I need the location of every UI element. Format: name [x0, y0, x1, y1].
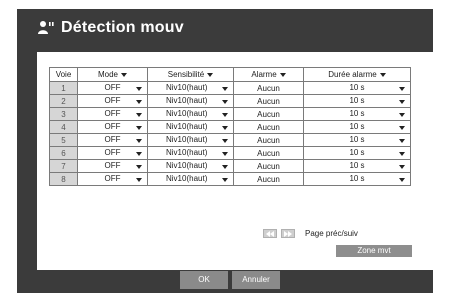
- caret-down-icon: [207, 72, 214, 77]
- alarm-cell[interactable]: Aucun: [233, 146, 304, 160]
- alarm-cell[interactable]: Aucun: [233, 94, 304, 108]
- page-title: Détection mouv: [61, 19, 184, 36]
- table-row: 5 OFF Niv10(haut) Aucun 10 s: [49, 133, 411, 147]
- caret-down-icon: [399, 139, 405, 143]
- caret-down-icon: [222, 126, 228, 130]
- caret-down-icon: [399, 178, 405, 182]
- table-row: 2 OFF Niv10(haut) Aucun 10 s: [49, 94, 411, 108]
- duration-select[interactable]: 10 s: [303, 133, 411, 147]
- caret-down-icon: [222, 165, 228, 169]
- mode-select[interactable]: OFF: [77, 159, 148, 173]
- sensitivity-select[interactable]: Niv10(haut): [147, 81, 234, 95]
- column-header-duree[interactable]: Durée alarme: [303, 67, 411, 82]
- table-row: 1 OFF Niv10(haut) Aucun 10 s: [49, 81, 411, 95]
- mode-select[interactable]: OFF: [77, 172, 148, 186]
- mode-select[interactable]: OFF: [77, 81, 148, 95]
- caret-down-icon: [399, 113, 405, 117]
- duration-select[interactable]: 10 s: [303, 107, 411, 121]
- sensitivity-select[interactable]: Niv10(haut): [147, 120, 234, 134]
- content-panel: Voie Mode Sensibilité Alarme Durée alarm…: [37, 52, 436, 270]
- channel-number: 8: [49, 172, 78, 186]
- mode-select[interactable]: OFF: [77, 107, 148, 121]
- channel-number: 6: [49, 146, 78, 160]
- sensitivity-select[interactable]: Niv10(haut): [147, 146, 234, 160]
- caret-down-icon: [222, 100, 228, 104]
- cancel-button[interactable]: Annuler: [232, 271, 280, 289]
- duration-select[interactable]: 10 s: [303, 159, 411, 173]
- duration-select[interactable]: 10 s: [303, 81, 411, 95]
- sensitivity-select[interactable]: Niv10(haut): [147, 94, 234, 108]
- caret-down-icon: [136, 113, 142, 117]
- caret-down-icon: [399, 165, 405, 169]
- alarm-cell[interactable]: Aucun: [233, 81, 304, 95]
- caret-down-icon: [136, 100, 142, 104]
- caret-down-icon: [121, 72, 127, 77]
- channel-number: 5: [49, 133, 78, 147]
- duration-select[interactable]: 10 s: [303, 120, 411, 134]
- channel-number: 3: [49, 107, 78, 121]
- mode-select[interactable]: OFF: [77, 146, 148, 160]
- table-row: 4 OFF Niv10(haut) Aucun 10 s: [49, 120, 411, 134]
- duration-select[interactable]: 10 s: [303, 94, 411, 108]
- motion-detection-window: Détection mouv Voie Mode Sensibilité Ala…: [17, 9, 436, 293]
- caret-down-icon: [136, 87, 142, 91]
- column-header-alarme[interactable]: Alarme: [233, 67, 304, 82]
- caret-down-icon: [222, 113, 228, 117]
- caret-down-icon: [399, 152, 405, 156]
- sensitivity-select[interactable]: Niv10(haut): [147, 172, 234, 186]
- mode-select[interactable]: OFF: [77, 94, 148, 108]
- sensitivity-select[interactable]: Niv10(haut): [147, 159, 234, 173]
- mode-select[interactable]: OFF: [77, 120, 148, 134]
- mode-select[interactable]: OFF: [77, 133, 148, 147]
- channel-number: 4: [49, 120, 78, 134]
- table-row: 6 OFF Niv10(haut) Aucun 10 s: [49, 146, 411, 160]
- alarm-cell[interactable]: Aucun: [233, 120, 304, 134]
- caret-down-icon: [399, 100, 405, 104]
- alarm-cell[interactable]: Aucun: [233, 172, 304, 186]
- zone-mvt-button[interactable]: Zone mvt: [336, 245, 412, 257]
- caret-down-icon: [222, 178, 228, 182]
- table-row: 7 OFF Niv10(haut) Aucun 10 s: [49, 159, 411, 173]
- duration-select[interactable]: 10 s: [303, 172, 411, 186]
- caret-down-icon: [222, 87, 228, 91]
- channel-number: 1: [49, 81, 78, 95]
- pagination: Page préc/suiv: [263, 229, 358, 238]
- caret-down-icon: [136, 165, 142, 169]
- table-row: 8 OFF Niv10(haut) Aucun 10 s: [49, 172, 411, 186]
- caret-down-icon: [399, 126, 405, 130]
- fast-forward-icon[interactable]: [281, 229, 295, 238]
- ok-button[interactable]: OK: [180, 271, 228, 289]
- caret-down-icon: [222, 139, 228, 143]
- column-header-mode[interactable]: Mode: [77, 67, 148, 82]
- caret-down-icon: [136, 152, 142, 156]
- caret-down-icon: [136, 126, 142, 130]
- caret-down-icon: [136, 178, 142, 182]
- alarm-cell[interactable]: Aucun: [233, 159, 304, 173]
- caret-down-icon: [399, 87, 405, 91]
- sensitivity-select[interactable]: Niv10(haut): [147, 107, 234, 121]
- caret-down-icon: [136, 139, 142, 143]
- caret-down-icon: [379, 72, 386, 77]
- table-row: 3 OFF Niv10(haut) Aucun 10 s: [49, 107, 411, 121]
- column-header-sensibilite[interactable]: Sensibilité: [147, 67, 234, 82]
- alarm-cell[interactable]: Aucun: [233, 107, 304, 121]
- caret-down-icon: [279, 72, 286, 77]
- caret-down-icon: [222, 152, 228, 156]
- alarm-cell[interactable]: Aucun: [233, 133, 304, 147]
- channel-number: 2: [49, 94, 78, 108]
- duration-select[interactable]: 10 s: [303, 146, 411, 160]
- channel-number: 7: [49, 159, 78, 173]
- table-header-row: Voie Mode Sensibilité Alarme Durée alarm…: [49, 67, 411, 82]
- pager-label: Page préc/suiv: [305, 229, 358, 238]
- rewind-icon[interactable]: [263, 229, 277, 238]
- column-header-voie: Voie: [49, 67, 78, 82]
- channel-table: Voie Mode Sensibilité Alarme Durée alarm…: [49, 67, 411, 186]
- user-motion-icon: [37, 20, 55, 36]
- title-bar: Détection mouv: [17, 9, 433, 47]
- sensitivity-select[interactable]: Niv10(haut): [147, 133, 234, 147]
